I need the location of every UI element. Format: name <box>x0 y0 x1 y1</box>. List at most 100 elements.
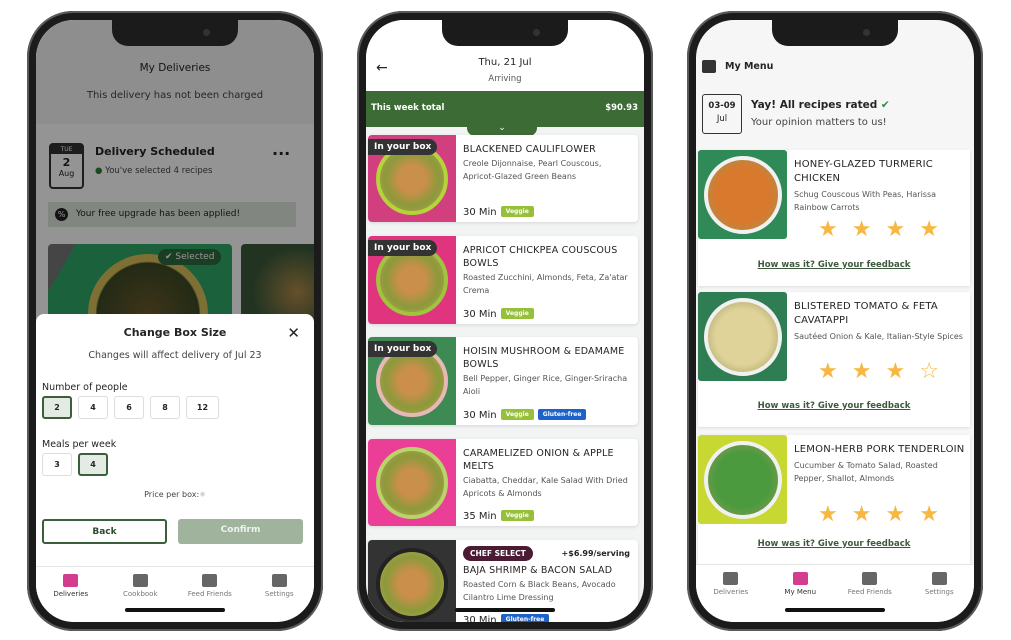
recipe-title: APRICOT CHICKPEA COUSCOUS BOWLS Roasted Z… <box>463 244 632 297</box>
home-indicator <box>455 608 555 612</box>
nav-label: Cookbook <box>122 590 158 598</box>
recipe-name: BLACKENED CAULIFLOWER <box>463 144 596 155</box>
recipe-card[interactable]: In your box HOISIN MUSHROOM & EDAMAME BOW… <box>368 337 638 425</box>
recipe-name: BAJA SHRIMP & BACON SALAD <box>463 565 613 576</box>
nav-deliveries[interactable]: Deliveries <box>696 565 766 622</box>
nav-cookbook[interactable]: Cookbook <box>106 567 176 606</box>
week-date-box: 03-09 Jul <box>702 94 742 134</box>
food-plate <box>704 441 782 519</box>
total-value: $90.93 <box>605 103 638 113</box>
star-filled-icon[interactable]: ★ <box>885 219 905 241</box>
star-filled-icon[interactable]: ★ <box>852 504 872 526</box>
feedback-link[interactable]: How was it? Give your feedback <box>698 539 970 549</box>
recipe-card[interactable]: CARAMELIZED ONION & APPLE MELTS Ciabatta,… <box>368 439 638 526</box>
star-filled-icon[interactable]: ★ <box>919 504 939 526</box>
phone-deliveries: My Deliveries This delivery has not been… <box>27 11 323 631</box>
people-option-6[interactable]: 6 <box>114 396 144 419</box>
phone-week: ← Thu, 21 Jul Arriving This week total $… <box>357 11 653 631</box>
notch <box>772 20 898 46</box>
nav-feed-friends[interactable]: Feed Friends <box>835 565 905 622</box>
nav-my-menu[interactable]: My Menu <box>766 565 836 622</box>
recipe-name: CARAMELIZED ONION & APPLE MELTS <box>463 448 614 472</box>
gift-icon <box>862 572 878 585</box>
recipe-description: Sautéed Onion & Kale, Italian-Style Spic… <box>794 332 963 341</box>
deliveries-screen: My Deliveries This delivery has not been… <box>36 20 314 622</box>
cook-time: 30 Min <box>463 410 497 421</box>
star-filled-icon[interactable]: ★ <box>852 219 872 241</box>
food-plate <box>704 156 782 234</box>
recipe-image <box>698 150 787 239</box>
menu-icon <box>702 60 716 73</box>
recipe-card[interactable]: In your box BLACKENED CAULIFLOWER Creole D… <box>368 135 638 222</box>
star-filled-icon[interactable]: ★ <box>885 361 905 383</box>
recipe-description: Bell Pepper, Ginger Rice, Ginger-Srirach… <box>463 374 628 396</box>
food-plate <box>376 548 448 620</box>
cook-time: 30 Min <box>463 207 497 218</box>
confirm-button[interactable]: Confirm <box>178 519 303 544</box>
week-total-bar[interactable]: This week total $90.93 <box>366 91 644 127</box>
date-month: Jul <box>716 114 728 124</box>
recipe-title: BLISTERED TOMATO & FETA CAVATAPPI Sautéed… <box>794 300 966 343</box>
delivery-status: Arriving <box>488 74 522 84</box>
recipe-title: BAJA SHRIMP & BACON SALAD Roasted Corn & … <box>463 564 632 604</box>
price-label: Price per box: <box>144 490 200 499</box>
gluten-free-tag: Gluten-free <box>537 409 587 420</box>
cook-time: 30 Min <box>463 309 497 320</box>
recipe-meta: 30 Min Veggie Gluten-free <box>463 409 587 421</box>
recipe-image <box>368 439 456 526</box>
star-filled-icon[interactable]: ★ <box>919 219 939 241</box>
close-icon[interactable]: ✕ <box>287 324 300 342</box>
in-your-box-badge: In your box <box>368 139 438 155</box>
nav-feed-friends[interactable]: Feed Friends <box>175 567 245 606</box>
page-title: My Menu <box>725 61 774 72</box>
change-box-modal: Change Box Size ✕ Changes will affect de… <box>36 314 314 622</box>
bottom-nav: Deliveries Cookbook Feed Friends Settings <box>36 566 314 606</box>
recipe-title: HOISIN MUSHROOM & EDAMAME BOWLS Bell Pepp… <box>463 345 632 398</box>
star-filled-icon[interactable]: ★ <box>818 219 838 241</box>
people-option-8[interactable]: 8 <box>150 396 180 419</box>
recipe-name: LEMON-HERB PORK TENDERLOIN <box>794 444 965 455</box>
recipe-card[interactable]: In your box APRICOT CHICKPEA COUSCOUS BOW… <box>368 236 638 324</box>
recipe-title: HONEY-GLAZED TURMERIC CHICKEN Schug Cousc… <box>794 158 966 214</box>
nav-settings[interactable]: Settings <box>245 567 315 606</box>
star-filled-icon[interactable]: ★ <box>818 361 838 383</box>
people-option-4[interactable]: 4 <box>78 396 108 419</box>
nav-label: Deliveries <box>713 588 749 596</box>
back-button[interactable]: Back <box>42 519 167 544</box>
feedback-link[interactable]: How was it? Give your feedback <box>698 260 970 270</box>
recipe-name: APRICOT CHICKPEA COUSCOUS BOWLS <box>463 245 618 269</box>
phone-menu: My Menu 03-09 Jul Yay! All recipes rated… <box>687 11 983 631</box>
star-rating[interactable]: ★ ★ ★ ☆ <box>818 361 939 383</box>
recipe-name: HOISIN MUSHROOM & EDAMAME BOWLS <box>463 346 625 370</box>
meals-option-3[interactable]: 3 <box>42 453 72 476</box>
star-rating[interactable]: ★ ★ ★ ★ <box>818 504 939 526</box>
star-filled-icon[interactable]: ★ <box>818 504 838 526</box>
veggie-tag: Veggie <box>500 409 534 420</box>
recipe-meta: 30 Min Veggie <box>463 206 534 218</box>
recipe-title: CARAMELIZED ONION & APPLE MELTS Ciabatta,… <box>463 447 632 500</box>
nav-label: Feed Friends <box>847 588 892 596</box>
notch <box>442 20 568 46</box>
in-your-box-badge: In your box <box>368 341 438 357</box>
veggie-tag: Veggie <box>500 206 534 217</box>
meals-option-4[interactable]: 4 <box>78 453 108 476</box>
recipe-description: Roasted Corn & Black Beans, Avocado Cila… <box>463 580 616 602</box>
rated-recipe-card: LEMON-HERB PORK TENDERLOIN Cucumber & Tom… <box>698 435 970 565</box>
gluten-free-tag: Gluten-free <box>500 614 550 622</box>
food-plate <box>704 298 782 376</box>
check-circle-icon: ✔ <box>880 99 890 111</box>
rated-recipe-card: BLISTERED TOMATO & FETA CAVATAPPI Sautéed… <box>698 292 970 427</box>
food-plate <box>376 447 448 519</box>
star-empty-icon[interactable]: ☆ <box>919 361 939 383</box>
feedback-link[interactable]: How was it? Give your feedback <box>698 401 970 411</box>
cookbook-icon <box>792 572 808 585</box>
nav-deliveries[interactable]: Deliveries <box>36 567 106 606</box>
nav-label: Settings <box>924 588 954 596</box>
star-rating[interactable]: ★ ★ ★ ★ <box>818 219 939 241</box>
people-option-12[interactable]: 12 <box>186 396 219 419</box>
star-filled-icon[interactable]: ★ <box>852 361 872 383</box>
nav-settings[interactable]: Settings <box>905 565 975 622</box>
star-filled-icon[interactable]: ★ <box>885 504 905 526</box>
recipe-description: Creole Dijonnaise, Pearl Couscous, Apric… <box>463 159 602 181</box>
people-option-2[interactable]: 2 <box>42 396 72 419</box>
